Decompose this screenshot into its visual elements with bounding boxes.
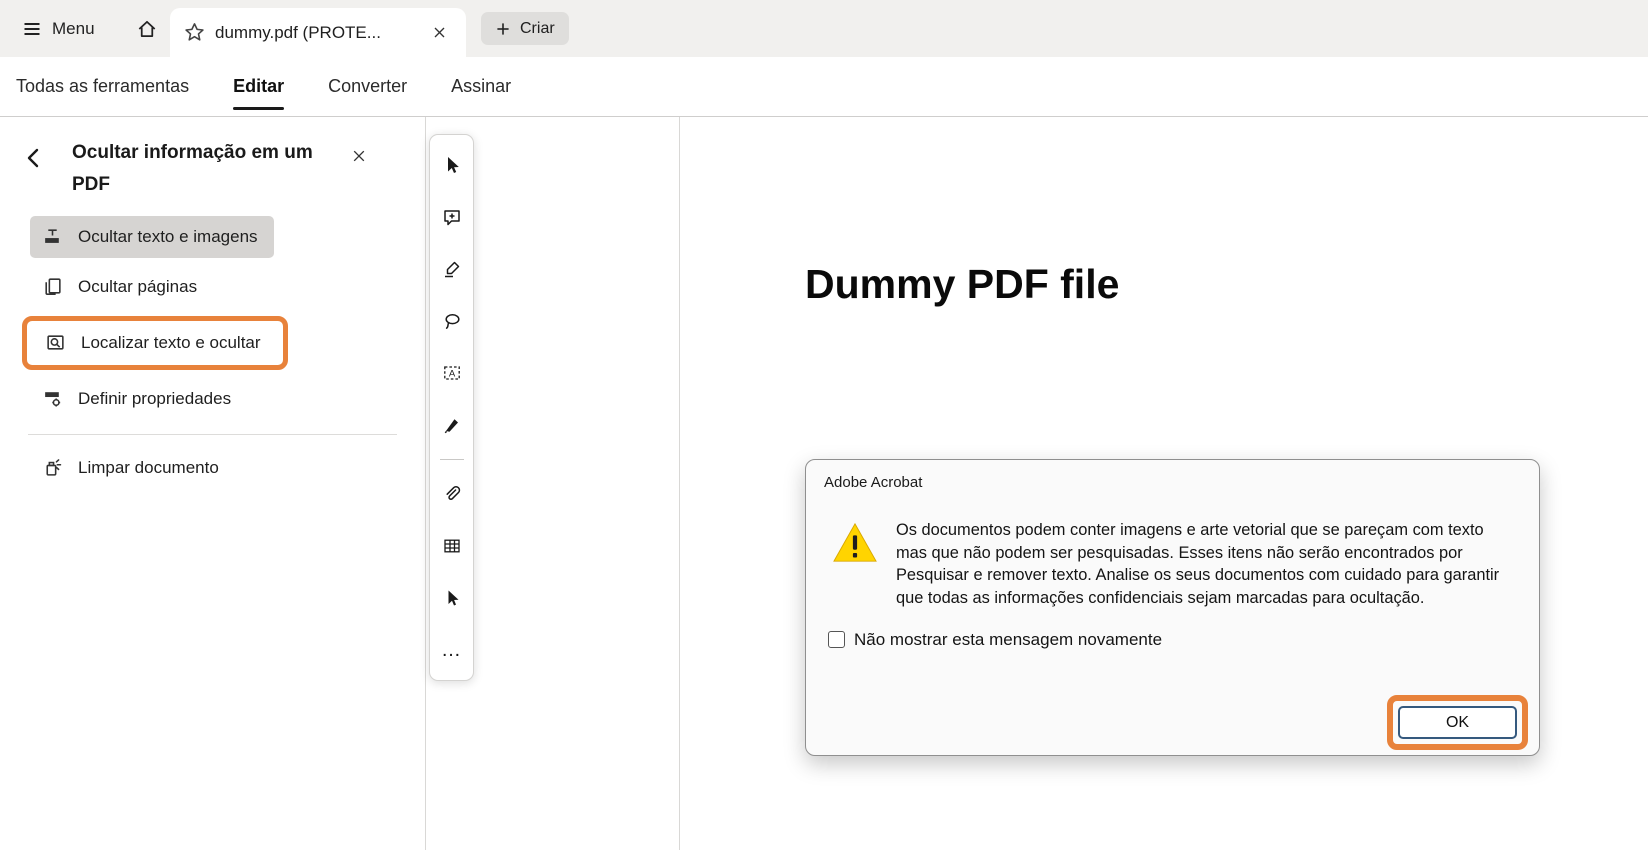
panel-item-label: Ocultar páginas xyxy=(78,276,198,296)
dialog-message: Os documentos podem conter imagens e art… xyxy=(896,521,1500,607)
hamburger-icon xyxy=(22,19,42,39)
highlighter-icon xyxy=(442,259,462,279)
nav-sign[interactable]: Assinar xyxy=(451,57,511,116)
create-button[interactable]: Criar xyxy=(481,12,569,45)
ellipsis-icon: … xyxy=(441,639,462,661)
panel-item-sanitize-document[interactable]: Limpar documento xyxy=(30,447,235,489)
panel-item-label: Limpar documento xyxy=(78,457,219,477)
home-icon xyxy=(136,18,158,40)
annotation-highlight-find-text: Localizar texto e ocultar xyxy=(22,315,288,370)
nav-all-tools[interactable]: Todas as ferramentas xyxy=(16,57,189,116)
panel-item-redact-text-images[interactable]: Ocultar texto e imagens xyxy=(30,215,274,258)
panel-item-set-properties[interactable]: Definir propriedades xyxy=(30,378,247,420)
nav-convert[interactable]: Converter xyxy=(328,57,407,116)
svg-text:A: A xyxy=(448,368,455,379)
panel-divider xyxy=(28,433,397,435)
redact-panel: Ocultar informação em um PDF Ocultar tex… xyxy=(0,117,426,850)
main-area: Ocultar informação em um PDF Ocultar tex… xyxy=(0,117,1648,850)
select-text-tool[interactable]: A xyxy=(434,355,470,391)
back-chevron-button[interactable] xyxy=(24,141,54,175)
panel-title: Ocultar informação em um PDF xyxy=(72,142,313,196)
document-tab[interactable]: dummy.pdf (PROTE... xyxy=(170,8,466,57)
redact-text-icon xyxy=(42,226,63,247)
text-select-icon: A xyxy=(442,363,462,383)
more-tools-button[interactable]: … xyxy=(434,632,470,668)
panel-item-redact-pages[interactable]: Ocultar páginas xyxy=(30,266,213,308)
dont-show-again-label: Não mostrar esta mensagem novamente xyxy=(854,629,1163,649)
cursor-arrow-icon xyxy=(442,155,462,175)
tab-title: dummy.pdf (PROTE... xyxy=(215,22,381,42)
toolbar-strip: A … xyxy=(426,117,680,850)
plus-icon xyxy=(495,21,511,37)
select-tool[interactable] xyxy=(434,147,470,183)
attach-link-tool[interactable] xyxy=(434,476,470,512)
panel-close-button[interactable] xyxy=(344,141,374,171)
lasso-tool[interactable] xyxy=(434,303,470,339)
star-icon xyxy=(184,22,205,43)
properties-redact-icon xyxy=(42,388,63,409)
highlight-tool[interactable] xyxy=(434,251,470,287)
table-tool[interactable] xyxy=(434,528,470,564)
search-redact-icon xyxy=(45,332,66,353)
paperclip-icon xyxy=(442,484,462,504)
panel-header: Ocultar informação em um PDF xyxy=(0,117,425,202)
dont-show-again-checkbox[interactable] xyxy=(828,631,845,649)
menu-button[interactable]: Menu xyxy=(10,0,107,57)
pages-icon xyxy=(42,276,63,297)
create-label: Criar xyxy=(520,19,555,37)
tools-nav: Todas as ferramentas Editar Converter As… xyxy=(0,57,1648,117)
acrobat-window: Menu dummy.pdf (PROTE... Criar Todas as … xyxy=(0,0,1648,850)
toolbar-divider xyxy=(439,459,464,460)
dont-show-again-row: Não mostrar esta mensagem novamente xyxy=(828,630,1539,650)
fill-sign-tool[interactable] xyxy=(434,407,470,443)
warning-dialog: Adobe Acrobat Os documentos podem conter… xyxy=(805,459,1540,756)
ok-button[interactable]: OK xyxy=(1398,706,1517,739)
home-button[interactable] xyxy=(125,0,169,57)
dialog-title: Adobe Acrobat xyxy=(824,474,923,491)
lasso-icon xyxy=(442,311,462,331)
annotation-highlight-ok: OK xyxy=(1387,695,1528,750)
pointer-tool[interactable] xyxy=(434,580,470,616)
panel-item-label: Localizar texto e ocultar xyxy=(81,332,261,352)
pen-nib-icon xyxy=(442,415,462,435)
quick-toolbar: A … xyxy=(429,134,474,681)
cursor-arrow-icon xyxy=(442,588,462,608)
panel-item-label: Definir propriedades xyxy=(78,388,232,408)
warning-icon xyxy=(832,519,878,610)
sanitize-icon xyxy=(42,457,63,478)
panel-item-label: Ocultar texto e imagens xyxy=(78,226,258,246)
pdf-page-title: Dummy PDF file xyxy=(805,261,1120,307)
panel-items: Ocultar texto e imagens Ocultar páginas xyxy=(0,215,425,489)
document-view: Dummy PDF file Adobe Acrobat Os document… xyxy=(680,117,1648,850)
menu-label: Menu xyxy=(52,18,95,38)
add-comment-tool[interactable] xyxy=(434,199,470,235)
comment-plus-icon xyxy=(442,207,462,227)
tab-bar: Menu dummy.pdf (PROTE... Criar xyxy=(0,0,1648,57)
tab-close-button[interactable] xyxy=(426,20,452,46)
nav-edit[interactable]: Editar xyxy=(233,57,285,116)
dialog-body: Os documentos podem conter imagens e art… xyxy=(806,491,1539,610)
panel-item-find-text-redact[interactable]: Localizar texto e ocultar xyxy=(33,322,277,364)
grid-icon xyxy=(442,536,462,556)
